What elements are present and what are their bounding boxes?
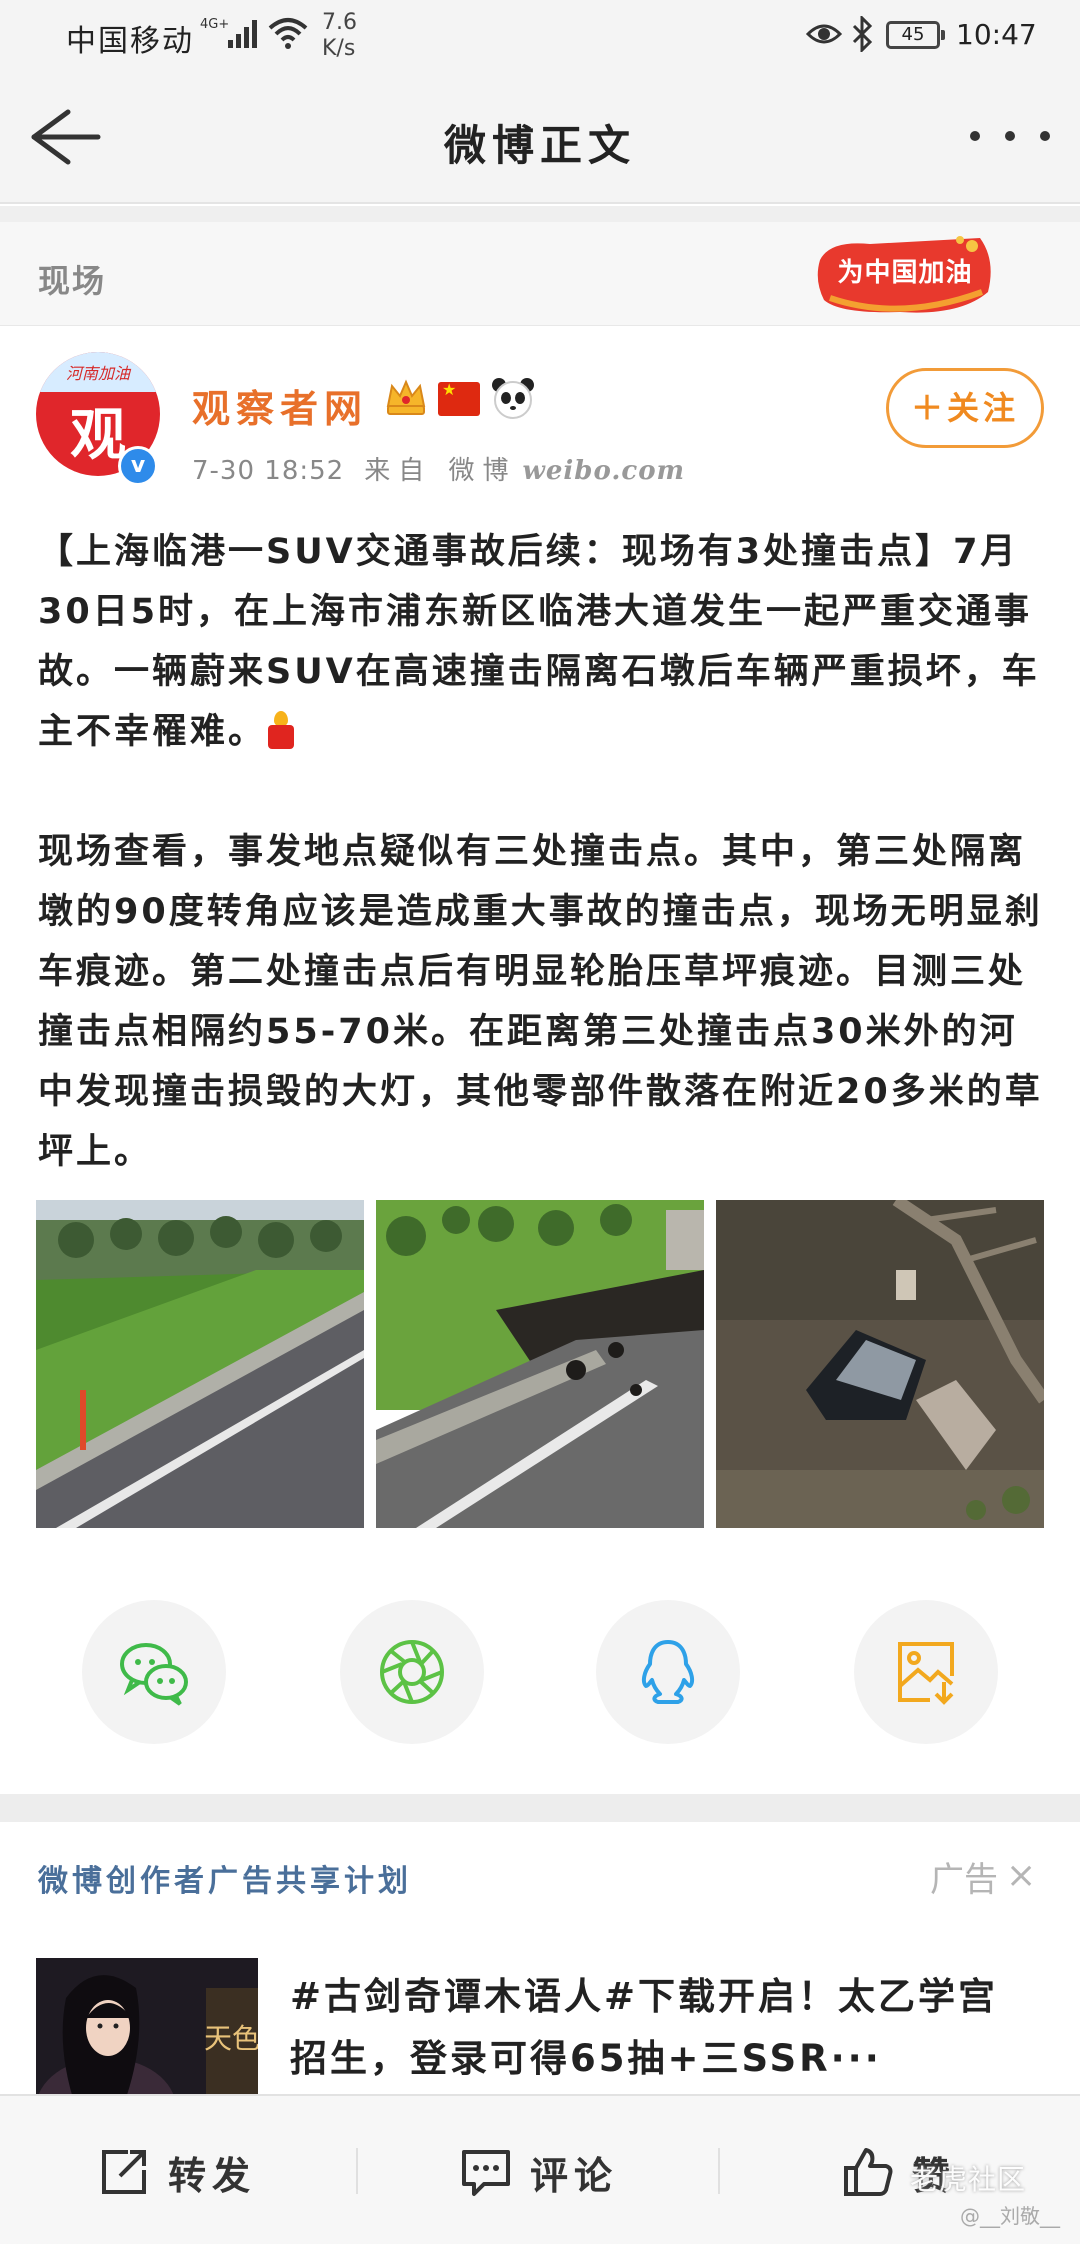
topic-badge-text: 为中国加油	[837, 258, 973, 288]
post-source-url[interactable]: weibo.com	[522, 456, 685, 486]
nav-bar: 微博正文	[0, 72, 1080, 204]
wifi-icon	[268, 18, 308, 49]
save-image-icon	[898, 1642, 954, 1705]
post-meta: 7-30 18:52 来自 微博 weibo.com	[192, 450, 685, 487]
share-wechat-button[interactable]	[82, 1600, 226, 1744]
page-title: 微博正文	[443, 121, 636, 170]
save-image-button[interactable]	[854, 1600, 998, 1744]
network-speed: 7.6 K/s	[322, 10, 357, 62]
speed-value: 7.6	[322, 10, 357, 35]
comment-label: 评论	[530, 2153, 619, 2198]
post-image-3[interactable]	[716, 1200, 1044, 1528]
share-qq-button[interactable]	[596, 1600, 740, 1744]
signal-icon	[228, 20, 257, 48]
avatar-banner-text: 河南加油	[65, 364, 130, 383]
eye-comfort-icon	[806, 24, 842, 44]
post-paragraph: 【上海临港一SUV交通事故后续：现场有3处撞击点】7月30日5时，在上海市浦东新…	[38, 522, 1048, 762]
china-flag-icon	[438, 380, 480, 416]
bluetooth-icon	[852, 16, 873, 52]
post-body: 【上海临港一SUV交通事故后续：现场有3处撞击点】7月30日5时，在上海市浦东新…	[38, 522, 1048, 1242]
crown-icon	[386, 379, 426, 415]
watermark-author: @__刘敬__	[960, 2204, 1060, 2228]
speed-unit: K/s	[322, 36, 356, 61]
ad-title[interactable]: 微博创作者广告共享计划	[38, 1856, 412, 1900]
carrier-name: 中国移动	[66, 24, 194, 59]
author-name[interactable]: 观察者网	[192, 378, 368, 433]
topic-label: 现场	[38, 262, 107, 300]
post-image-2[interactable]	[376, 1200, 704, 1528]
moments-icon	[380, 1640, 444, 1704]
verified-badge-icon: v	[118, 446, 158, 486]
divider	[356, 2148, 358, 2194]
clock: 10:47	[956, 18, 1037, 51]
wechat-icon	[120, 1643, 188, 1706]
post-image-grid	[36, 1200, 1044, 1528]
comment-icon	[462, 2150, 510, 2196]
topic-header[interactable]: 现场 为中国加油	[0, 222, 1080, 326]
divider	[0, 206, 1080, 222]
post-source: 来自 微博	[364, 456, 517, 486]
qq-icon	[641, 1640, 695, 1704]
post-paragraph: 现场查看，事发地点疑似有三处撞击点。其中，第三处隔离墩的90度转角应该是造成重大…	[38, 832, 1043, 1172]
panda-icon	[492, 378, 534, 419]
repost-label: 转发	[168, 2153, 257, 2198]
close-icon[interactable]: ×	[1006, 1858, 1036, 1894]
paragraph-text: 【上海临港一SUV交通事故后续：现场有3处撞击点】7月30日5时，在上海市浦东新…	[38, 532, 1040, 752]
follow-button[interactable]: ＋关注	[886, 368, 1044, 448]
ad-label: 广告	[930, 1860, 998, 1900]
repost-icon	[102, 2150, 146, 2194]
repost-button[interactable]: 转发	[98, 2142, 256, 2202]
divider	[718, 2148, 720, 2194]
comment-button[interactable]: 评论	[460, 2142, 618, 2202]
share-moments-button[interactable]	[340, 1600, 484, 1744]
ad-thumbnail[interactable]: 天色	[36, 1958, 258, 2108]
divider	[0, 1794, 1080, 1822]
post-image-1[interactable]	[36, 1200, 364, 1528]
status-bar: 中国移动 4G+ 7.6 K/s 45 10:47	[0, 0, 1080, 72]
watermark: 老虎社区	[910, 2163, 1027, 2196]
thumbs-up-icon	[844, 2148, 893, 2196]
candle-emoji-icon	[266, 711, 296, 749]
network-type: 4G+	[200, 17, 230, 32]
ad-text[interactable]: #古剑奇谭木语人#下载开启！太乙学宫招生，登录可得65抽+三SSR···	[290, 1966, 1030, 2090]
more-options-icon[interactable]	[970, 116, 1050, 156]
battery-indicator: 45	[886, 21, 945, 49]
post-time: 7-30 18:52	[192, 456, 345, 486]
ad-thumb-text: 天色	[204, 2022, 258, 2055]
